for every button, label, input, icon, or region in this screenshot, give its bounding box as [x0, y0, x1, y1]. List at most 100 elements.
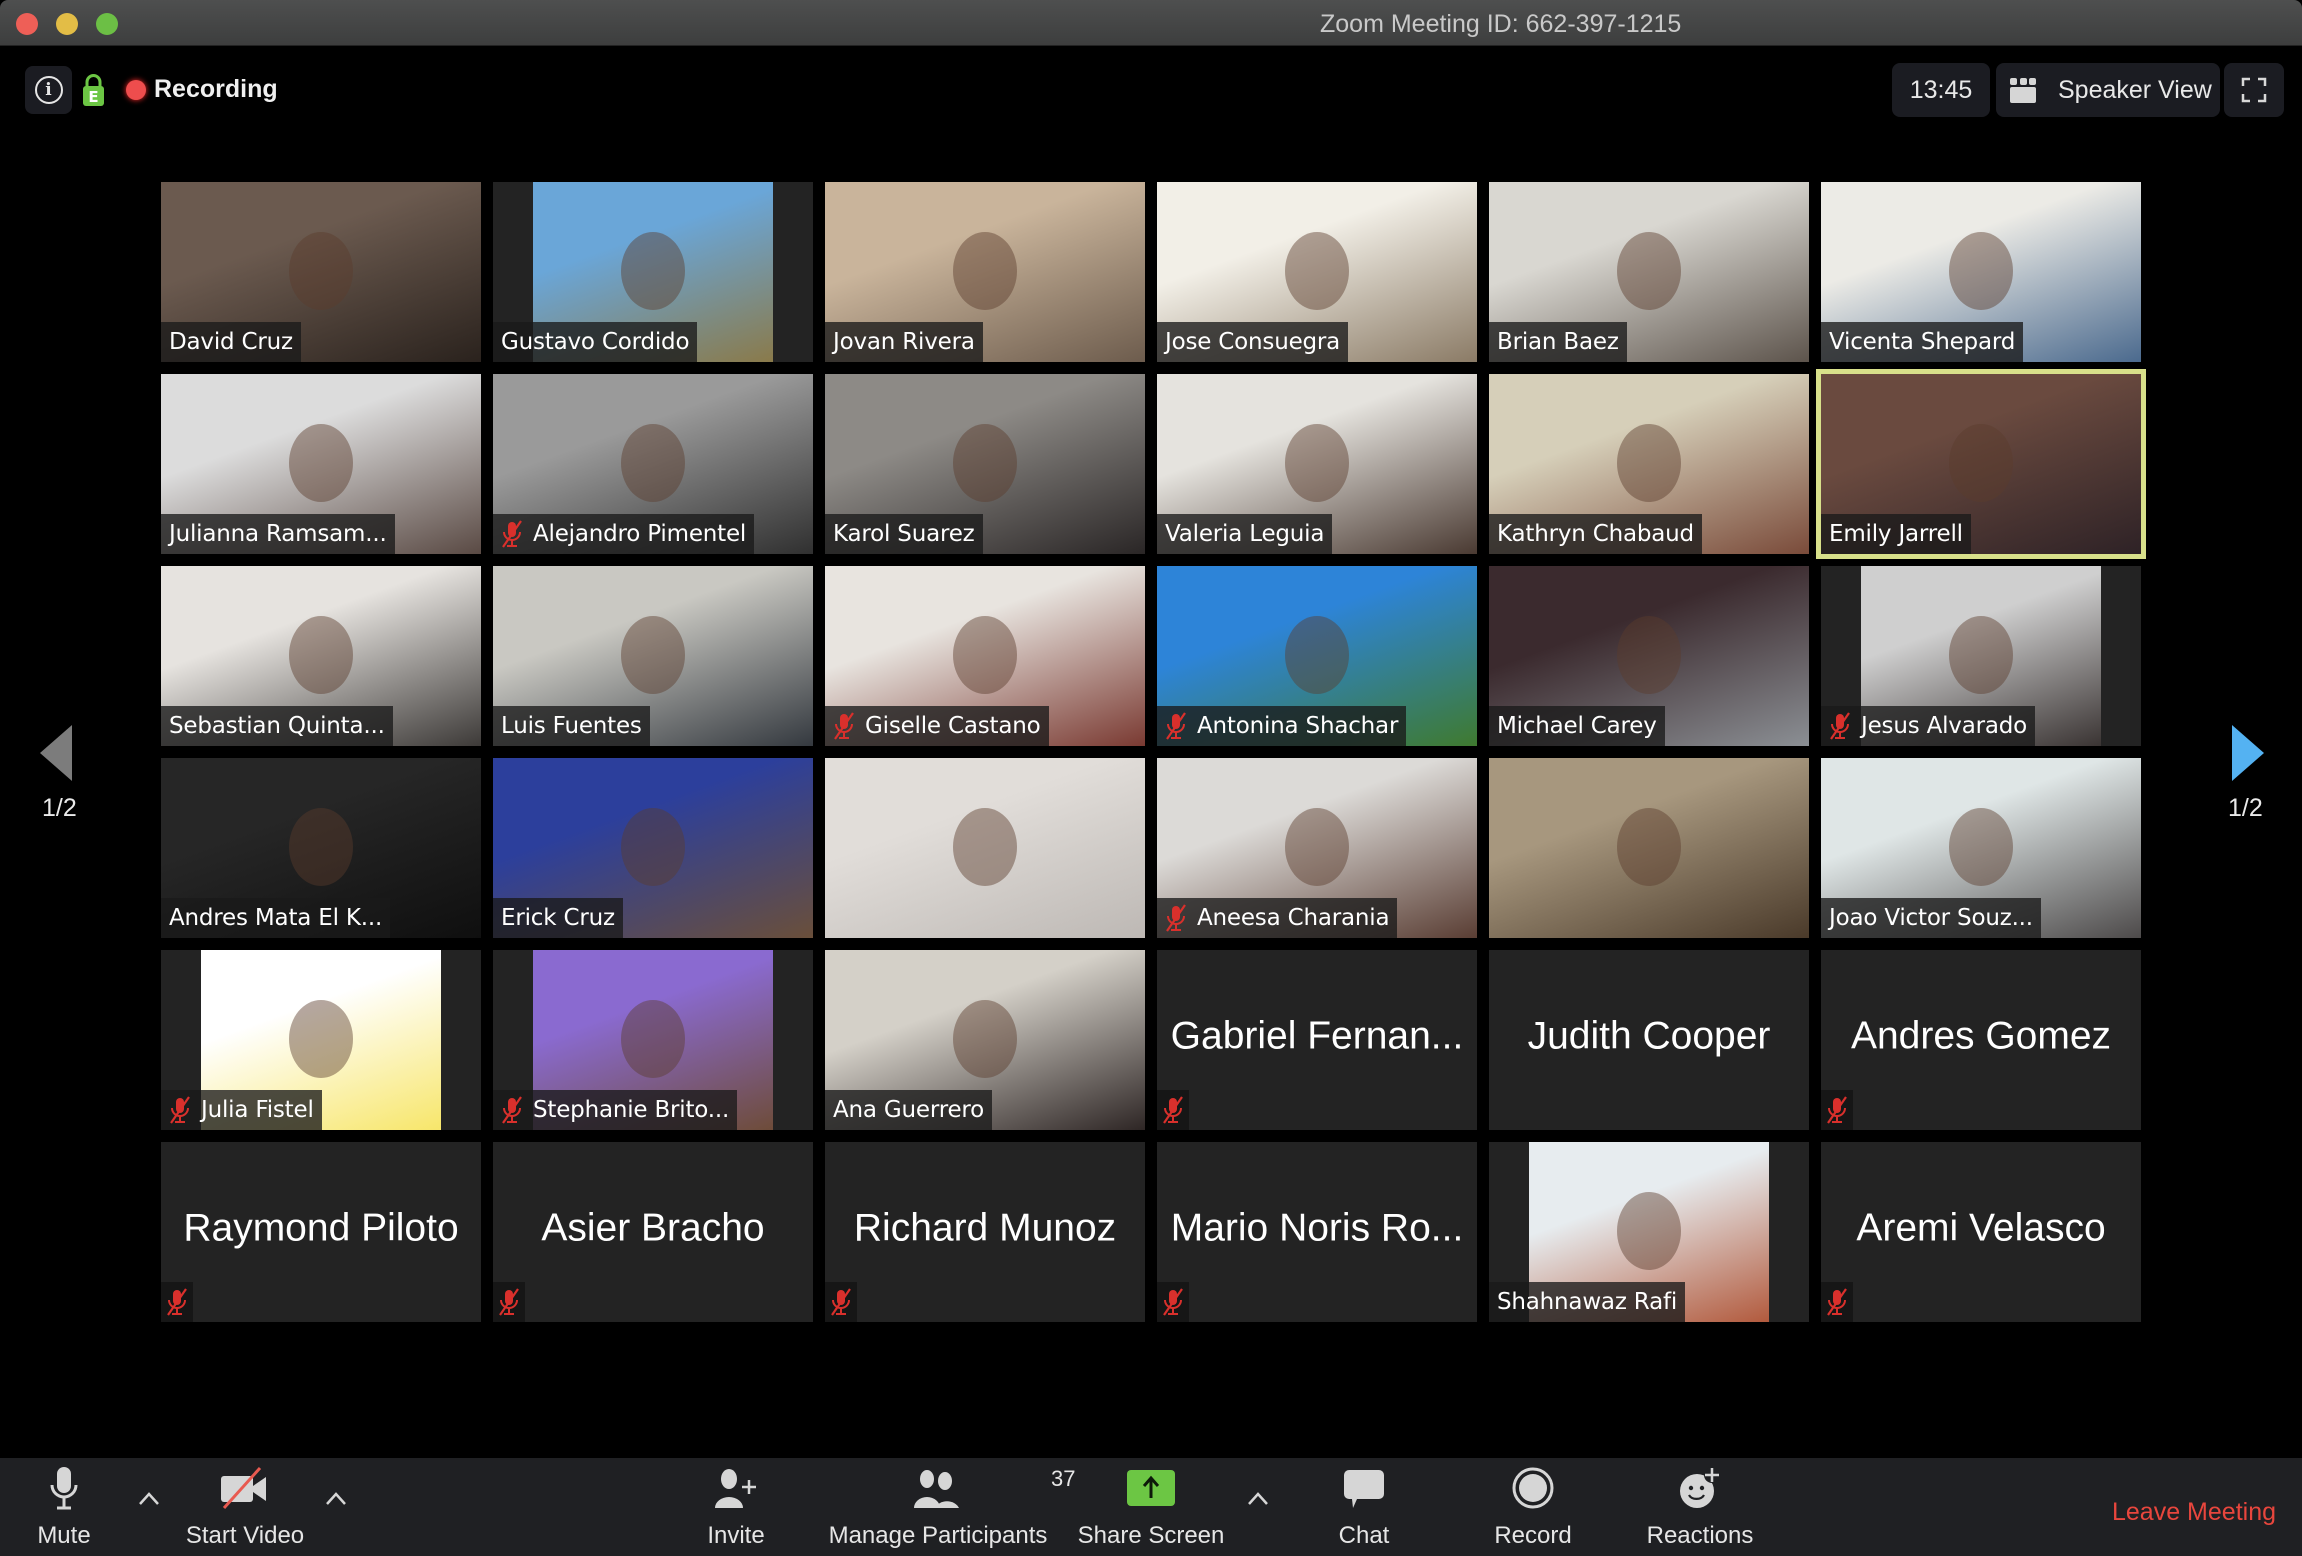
participant-tile[interactable]: Andres Mata El K...: [161, 758, 481, 938]
participant-silhouette: [621, 1000, 685, 1079]
window-maximize-button[interactable]: [96, 13, 118, 35]
participant-tile[interactable]: [1489, 758, 1809, 938]
participant-tile[interactable]: Andres Gomez: [1821, 950, 2141, 1130]
recording-label[interactable]: Recording: [154, 75, 278, 104]
participant-silhouette: [1949, 232, 2013, 311]
participant-tile[interactable]: Jose Consuegra: [1157, 182, 1477, 362]
mute-button[interactable]: Mute: [32, 1458, 96, 1556]
participant-tile[interactable]: Jovan Rivera: [825, 182, 1145, 362]
participant-tile[interactable]: Julianna Ramsam...: [161, 374, 481, 554]
speaker-view-button[interactable]: Speaker View: [1996, 63, 2220, 117]
muted-indicator: [1157, 1090, 1189, 1130]
participant-silhouette: [953, 232, 1017, 311]
participant-silhouette: [953, 424, 1017, 503]
record-button[interactable]: Record: [1490, 1458, 1576, 1556]
leave-meeting-button[interactable]: Leave Meeting: [2112, 1498, 2276, 1527]
participant-tile[interactable]: Jesus Alvarado: [1821, 566, 2141, 746]
participant-name: Sebastian Quinta...: [169, 713, 385, 739]
muted-microphone-icon: [499, 1288, 519, 1316]
window-close-button[interactable]: [16, 13, 38, 35]
participant-tile[interactable]: Gustavo Cordido: [493, 182, 813, 362]
participant-name: Julia Fistel: [201, 1097, 314, 1123]
next-page-arrow-icon[interactable]: [2232, 725, 2264, 781]
window-minimize-button[interactable]: [56, 13, 78, 35]
manage-participants-label: Manage Participants: [828, 1522, 1048, 1549]
previous-page-arrow-icon[interactable]: [40, 725, 72, 781]
participant-name: Michael Carey: [1497, 713, 1657, 739]
muted-indicator: [1821, 1282, 1853, 1322]
participant-name: Judith Cooper: [1527, 1014, 1771, 1058]
participant-tile[interactable]: Alejandro Pimentel: [493, 374, 813, 554]
participant-video-feed: [825, 758, 1145, 938]
participant-name: Giselle Castano: [865, 713, 1041, 739]
reactions-button[interactable]: Reactions: [1640, 1458, 1760, 1556]
muted-microphone-icon: [1166, 712, 1186, 740]
muted-indicator: [1821, 1090, 1853, 1130]
participant-tile[interactable]: Vicenta Shepard: [1821, 182, 2141, 362]
participant-name-tag: Antonina Shachar: [1157, 706, 1407, 746]
invite-button[interactable]: Invite: [700, 1458, 772, 1556]
chat-button[interactable]: Chat: [1322, 1458, 1406, 1556]
video-options-caret-icon[interactable]: [324, 1488, 348, 1508]
record-icon: [1512, 1467, 1554, 1509]
participant-tile-active-speaker[interactable]: Emily Jarrell: [1816, 369, 2146, 559]
participant-silhouette: [289, 616, 353, 695]
muted-microphone-icon: [1827, 1288, 1847, 1316]
participant-tile[interactable]: Sebastian Quinta...: [161, 566, 481, 746]
start-video-button[interactable]: Start Video: [180, 1458, 310, 1556]
participant-tile[interactable]: Shahnawaz Rafi: [1489, 1142, 1809, 1322]
manage-participants-button[interactable]: 37 Manage Participants: [826, 1458, 1076, 1556]
share-options-caret-icon[interactable]: [1246, 1488, 1270, 1508]
participant-tile[interactable]: Gabriel Fernan...: [1157, 950, 1477, 1130]
audio-options-caret-icon[interactable]: [137, 1488, 161, 1508]
participant-tile[interactable]: Giselle Castano: [825, 566, 1145, 746]
participant-tile[interactable]: Joao Victor Souz...: [1821, 758, 2141, 938]
encryption-lock-icon[interactable]: E: [82, 74, 105, 106]
participant-tile[interactable]: Brian Baez: [1489, 182, 1809, 362]
participant-tile[interactable]: Julia Fistel: [161, 950, 481, 1130]
muted-indicator: [825, 1282, 857, 1322]
participant-silhouette: [1949, 424, 2013, 503]
participant-tile[interactable]: Erick Cruz: [493, 758, 813, 938]
participant-tile[interactable]: Aremi Velasco: [1821, 1142, 2141, 1322]
participant-tile[interactable]: Raymond Piloto: [161, 1142, 481, 1322]
participant-tile[interactable]: Stephanie Brito...: [493, 950, 813, 1130]
participant-name-tag: Kathryn Chabaud: [1489, 514, 1702, 554]
fullscreen-button[interactable]: [2224, 63, 2284, 117]
recording-indicator-icon: [126, 80, 146, 100]
participant-name-tag: David Cruz: [161, 322, 301, 362]
participant-silhouette: [621, 424, 685, 503]
participant-tile[interactable]: Karol Suarez: [825, 374, 1145, 554]
participant-tile[interactable]: Kathryn Chabaud: [1489, 374, 1809, 554]
participant-name: Raymond Piloto: [183, 1206, 459, 1250]
share-screen-icon: [1127, 1470, 1175, 1506]
participant-tile[interactable]: Antonina Shachar: [1157, 566, 1477, 746]
muted-microphone-icon: [834, 712, 854, 740]
participant-name: Asier Bracho: [541, 1206, 765, 1250]
participant-tile[interactable]: Ana Guerrero: [825, 950, 1145, 1130]
participant-tile[interactable]: [825, 758, 1145, 938]
participant-tile[interactable]: Mario Noris Ro...: [1157, 1142, 1477, 1322]
reactions-label: Reactions: [1646, 1522, 1754, 1549]
participant-tile[interactable]: Asier Bracho: [493, 1142, 813, 1322]
participant-count: 37: [1051, 1466, 1076, 1491]
share-screen-button[interactable]: Share Screen: [1078, 1458, 1224, 1556]
participant-tile[interactable]: Aneesa Charania: [1157, 758, 1477, 938]
participant-tile[interactable]: Valeria Leguia: [1157, 374, 1477, 554]
participant-name: Brian Baez: [1497, 329, 1619, 355]
participant-name-tag: Shahnawaz Rafi: [1489, 1282, 1686, 1322]
participant-tile[interactable]: Richard Munoz: [825, 1142, 1145, 1322]
participant-name-tag: Jovan Rivera: [825, 322, 983, 362]
participant-tile[interactable]: Judith Cooper: [1489, 950, 1809, 1130]
participant-name: Richard Munoz: [853, 1206, 1117, 1250]
participant-tile[interactable]: Michael Carey: [1489, 566, 1809, 746]
participant-tile[interactable]: David Cruz: [161, 182, 481, 362]
participant-name-tag: Valeria Leguia: [1157, 514, 1333, 554]
participant-tile[interactable]: Luis Fuentes: [493, 566, 813, 746]
participant-name: Luis Fuentes: [501, 713, 642, 739]
participant-name: Mario Noris Ro...: [1170, 1206, 1464, 1250]
participant-silhouette: [1285, 232, 1349, 311]
chat-bubble-icon: [1344, 1470, 1384, 1508]
participant-silhouette: [1617, 808, 1681, 887]
meeting-info-button[interactable]: i: [25, 66, 72, 114]
